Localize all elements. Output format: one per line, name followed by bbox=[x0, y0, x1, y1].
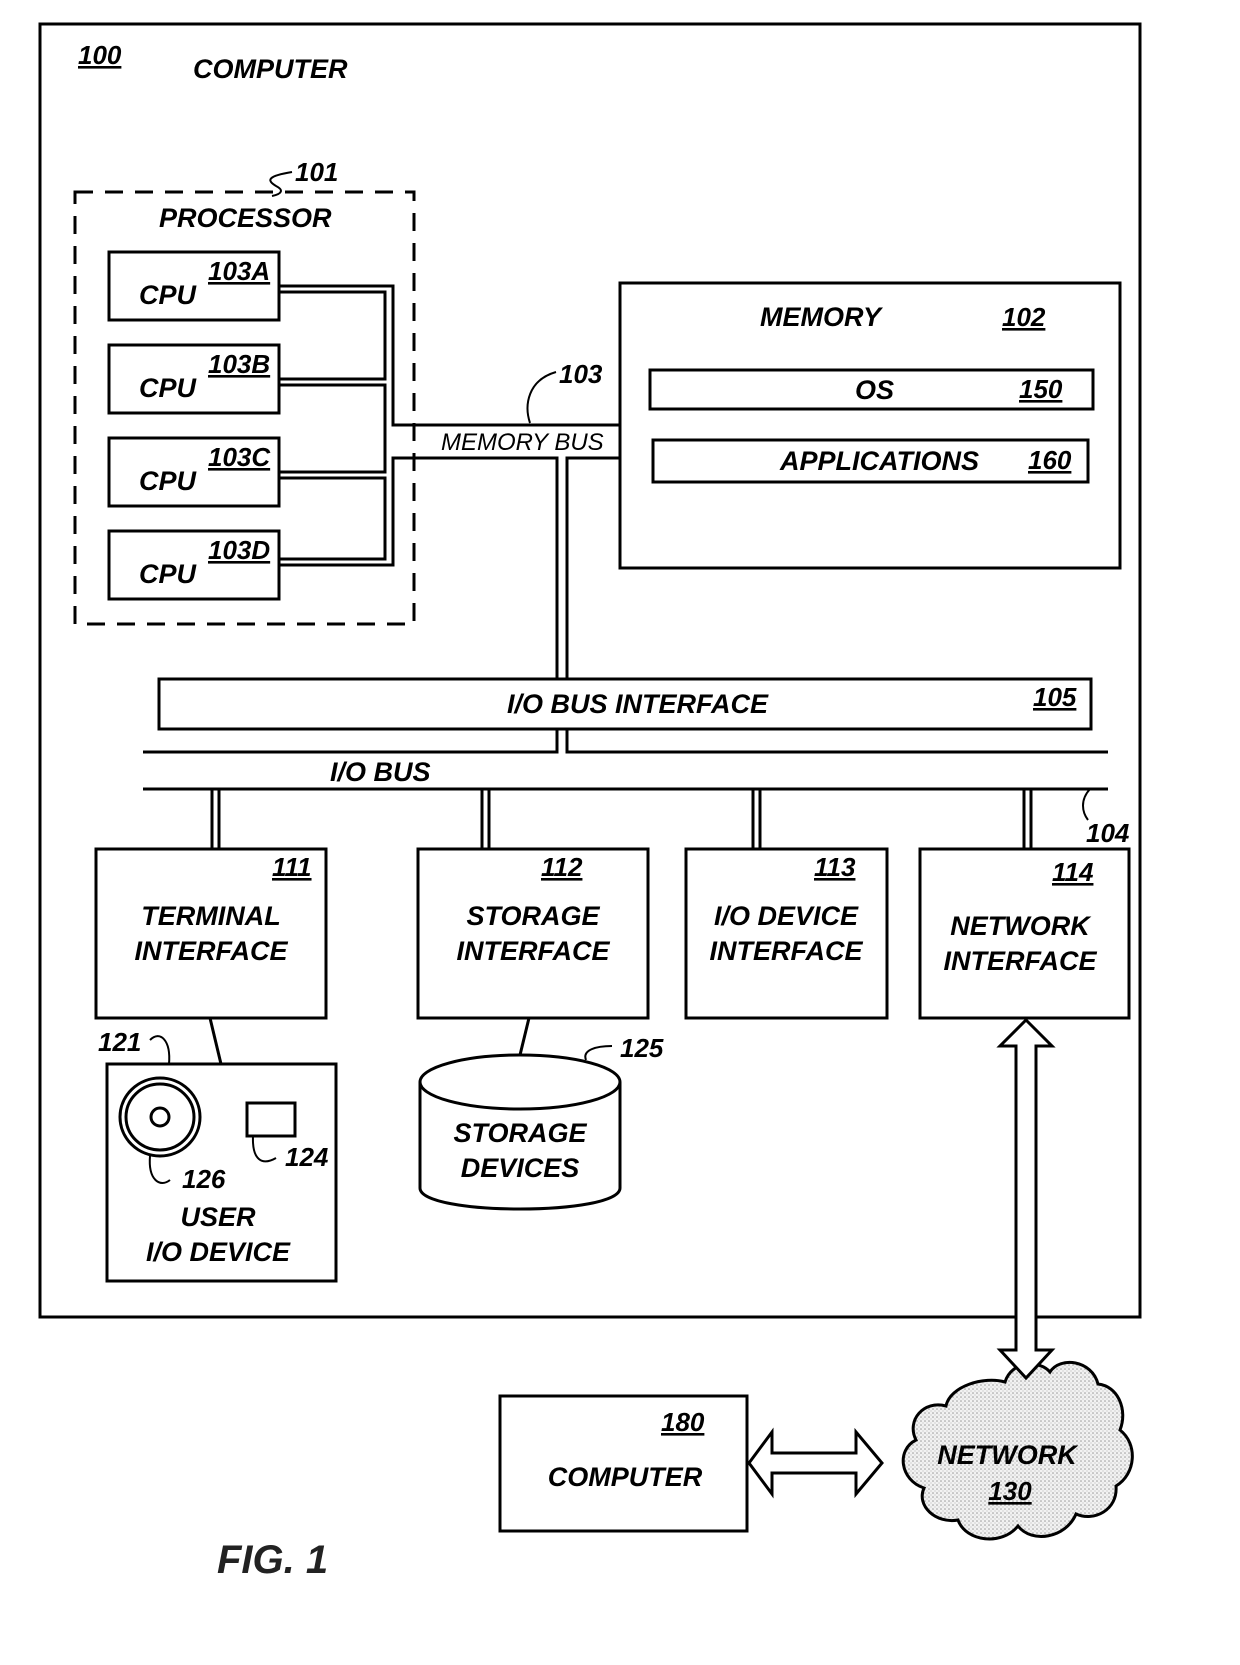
io-bus-interface-ref: 105 bbox=[1033, 682, 1077, 712]
memory-ref: 102 bbox=[1002, 302, 1046, 332]
io-bus-label: I/O BUS bbox=[330, 757, 431, 787]
terminal-interface-line1: TERMINAL bbox=[141, 901, 280, 931]
cpu-label: CPU bbox=[139, 466, 198, 496]
storage-interface-112: 112 STORAGE INTERFACE bbox=[416, 847, 650, 1020]
io-device-interface-line1: I/O DEVICE bbox=[714, 901, 859, 931]
memory-102: MEMORY 102 OS 150 APPLICATIONS 160 bbox=[618, 281, 1122, 570]
computer-ref: 100 bbox=[78, 40, 122, 70]
storage-devices-line2: DEVICES bbox=[461, 1153, 580, 1183]
processor-ref: 101 bbox=[295, 157, 338, 187]
network-interface-line2: INTERFACE bbox=[943, 946, 1097, 976]
io-device-interface-box bbox=[684, 847, 889, 1020]
remote-computer-180: 180 COMPUTER bbox=[498, 1394, 749, 1533]
applications-ref: 160 bbox=[1028, 445, 1072, 475]
cpu-label: CPU bbox=[139, 280, 198, 310]
storage-devices-ref: 125 bbox=[620, 1033, 664, 1063]
memory-label: MEMORY bbox=[760, 302, 884, 332]
input-device-icon bbox=[245, 1101, 297, 1138]
computer-label: COMPUTER bbox=[193, 54, 348, 84]
display-ref: 126 bbox=[182, 1164, 226, 1194]
user-io-device-121: 121 126 124 USER I/O DEVICE bbox=[98, 1027, 338, 1283]
cpu-103b: CPU 103B bbox=[107, 343, 281, 415]
applications-label: APPLICATIONS bbox=[779, 446, 979, 476]
network-130: NETWORK 130 bbox=[901, 1361, 1134, 1541]
user-io-device-line1: USER bbox=[180, 1202, 256, 1232]
os-ref: 150 bbox=[1019, 374, 1063, 404]
os-150: OS 150 bbox=[648, 368, 1095, 411]
network-ref: 130 bbox=[988, 1476, 1032, 1506]
cpu-ref: 103D bbox=[208, 535, 270, 565]
remote-computer-label: COMPUTER bbox=[548, 1462, 703, 1492]
cpu-label: CPU bbox=[139, 559, 198, 589]
terminal-interface-ref: 111 bbox=[272, 852, 312, 882]
storage-interface-ref: 112 bbox=[541, 852, 583, 882]
remote-computer-network-arrow bbox=[747, 1427, 884, 1499]
io-device-interface-113: 113 I/O DEVICE INTERFACE bbox=[684, 847, 889, 1020]
memory-bus-label: MEMORY BUS bbox=[441, 429, 604, 456]
io-bus-interface-label: I/O BUS INTERFACE bbox=[507, 689, 769, 719]
storage-interface-line1: STORAGE bbox=[466, 901, 600, 931]
memory-bus-ref: 103 bbox=[559, 359, 603, 389]
network-interface-114: 114 NETWORK INTERFACE bbox=[918, 847, 1131, 1020]
cpu-103d: CPU 103D bbox=[107, 529, 281, 601]
storage-devices-line1: STORAGE bbox=[453, 1118, 587, 1148]
applications-160: APPLICATIONS 160 bbox=[651, 438, 1090, 484]
io-bus-interface-105: I/O BUS INTERFACE 105 bbox=[157, 677, 1093, 731]
io-device-interface-ref: 113 bbox=[814, 852, 856, 882]
patent-figure: 100 COMPUTER 101 PROCESSOR CPU 103A CPU … bbox=[38, 22, 1142, 1582]
terminal-interface-line2: INTERFACE bbox=[134, 936, 288, 966]
user-io-device-line2: I/O DEVICE bbox=[146, 1237, 291, 1267]
terminal-interface-111: 111 TERMINAL INTERFACE bbox=[94, 847, 328, 1020]
figure-caption: FIG. 1 bbox=[217, 1538, 328, 1582]
cpu-label: CPU bbox=[139, 373, 198, 403]
io-device-interface-line2: INTERFACE bbox=[709, 936, 863, 966]
cpu-ref: 103A bbox=[208, 256, 270, 286]
network-interface-ref: 114 bbox=[1052, 857, 1094, 887]
os-label: OS bbox=[855, 375, 894, 405]
network-label: NETWORK bbox=[937, 1440, 1079, 1470]
storage-interface-line2: INTERFACE bbox=[456, 936, 610, 966]
user-io-device-ref: 121 bbox=[98, 1027, 141, 1057]
remote-computer-ref: 180 bbox=[661, 1407, 705, 1437]
storage-interface-box bbox=[416, 847, 650, 1020]
io-bus-ref: 104 bbox=[1086, 818, 1130, 848]
input-device-ref: 124 bbox=[285, 1142, 329, 1172]
cpu-103a: CPU 103A bbox=[107, 250, 281, 322]
processor-label: PROCESSOR bbox=[159, 203, 332, 233]
cpu-ref: 103B bbox=[208, 349, 270, 379]
cpu-ref: 103C bbox=[208, 442, 271, 472]
cpu-103c: CPU 103C bbox=[107, 436, 281, 508]
network-interface-line1: NETWORK bbox=[950, 911, 1092, 941]
cylinder-top bbox=[418, 1053, 622, 1111]
